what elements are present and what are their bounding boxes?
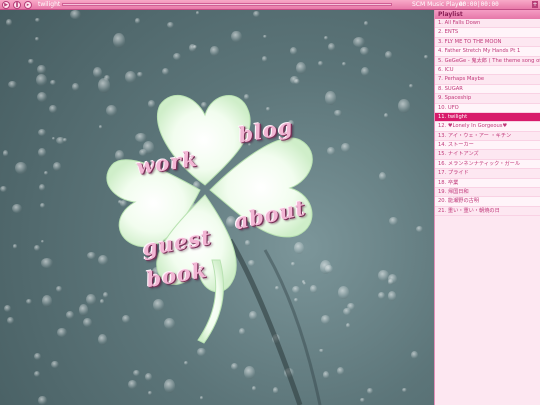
playlist-item[interactable]: 11. twilight xyxy=(435,112,540,123)
player-app-name: SCM Music Player xyxy=(412,1,465,8)
progress-slider[interactable] xyxy=(62,3,392,6)
playlist-item[interactable]: 4. Father Stretch My Hands Pt 1 xyxy=(435,47,540,57)
clover-logo xyxy=(106,94,313,344)
playlist-item[interactable]: 3. FLY ME TO THE MOON xyxy=(435,38,540,48)
playlist-panel: Playlist 1. All Falls Down 2. ENTS 3. FLY … xyxy=(434,10,540,405)
playlist-item[interactable]: 17. プライド xyxy=(435,169,540,179)
playlist-item[interactable]: 13. アイ・ウェ・アー ・キチン xyxy=(435,132,540,142)
playlist-header: Playlist xyxy=(435,10,540,19)
playlist-item[interactable]: 7. Perhaps Maybe xyxy=(435,75,540,85)
player-time: 00:00|00:00 xyxy=(459,1,499,8)
music-player-bar: ▶ ❚ ▸ twilight SCM Music Player 00:00|00… xyxy=(0,0,540,10)
playlist-toggle-button[interactable]: + xyxy=(532,1,538,8)
playlist-item[interactable]: 10. UFO xyxy=(435,103,540,113)
playlist-item[interactable]: 19. 帰国日和 xyxy=(435,188,540,198)
playlist-item[interactable]: 18. 卒業 xyxy=(435,178,540,189)
playlist-item[interactable]: 14. ストーカー xyxy=(435,141,540,151)
rain-background: blog work about guest book xyxy=(0,10,434,405)
playlist-item[interactable]: 9. Spaceship xyxy=(435,94,540,104)
pause-icon[interactable]: ❚ xyxy=(13,1,21,9)
playlist-item[interactable]: 5. GeGeGe - 鬼太郎 ( The theme song of mo xyxy=(435,57,540,66)
play-icon[interactable]: ▶ xyxy=(2,1,10,9)
playlist-item[interactable]: 15. ナイトアンズ xyxy=(435,150,540,160)
playlist-item[interactable]: 21. 重い・重い・朝焼の日 xyxy=(435,207,540,217)
current-track-label: twilight xyxy=(38,1,61,8)
playlist-item[interactable]: 6. ICU xyxy=(435,65,540,76)
playlist-item[interactable]: 8. SUGAR xyxy=(435,84,540,95)
playlist-item[interactable]: 20. 能瀬野の古明 xyxy=(435,197,540,207)
playlist-item[interactable]: 2. ENTS xyxy=(435,28,540,38)
playlist-item[interactable]: 1. All Falls Down xyxy=(435,19,540,29)
playlist-list: 1. All Falls Down 2. ENTS 3. FLY ME TO THE… xyxy=(435,19,540,217)
next-icon[interactable]: ▸ xyxy=(24,1,32,9)
playlist-item[interactable]: 12. ♥Lonely In Gorgeous♥ xyxy=(435,122,540,132)
playlist-item[interactable]: 16. メランネンナティック・ガール xyxy=(435,159,540,170)
